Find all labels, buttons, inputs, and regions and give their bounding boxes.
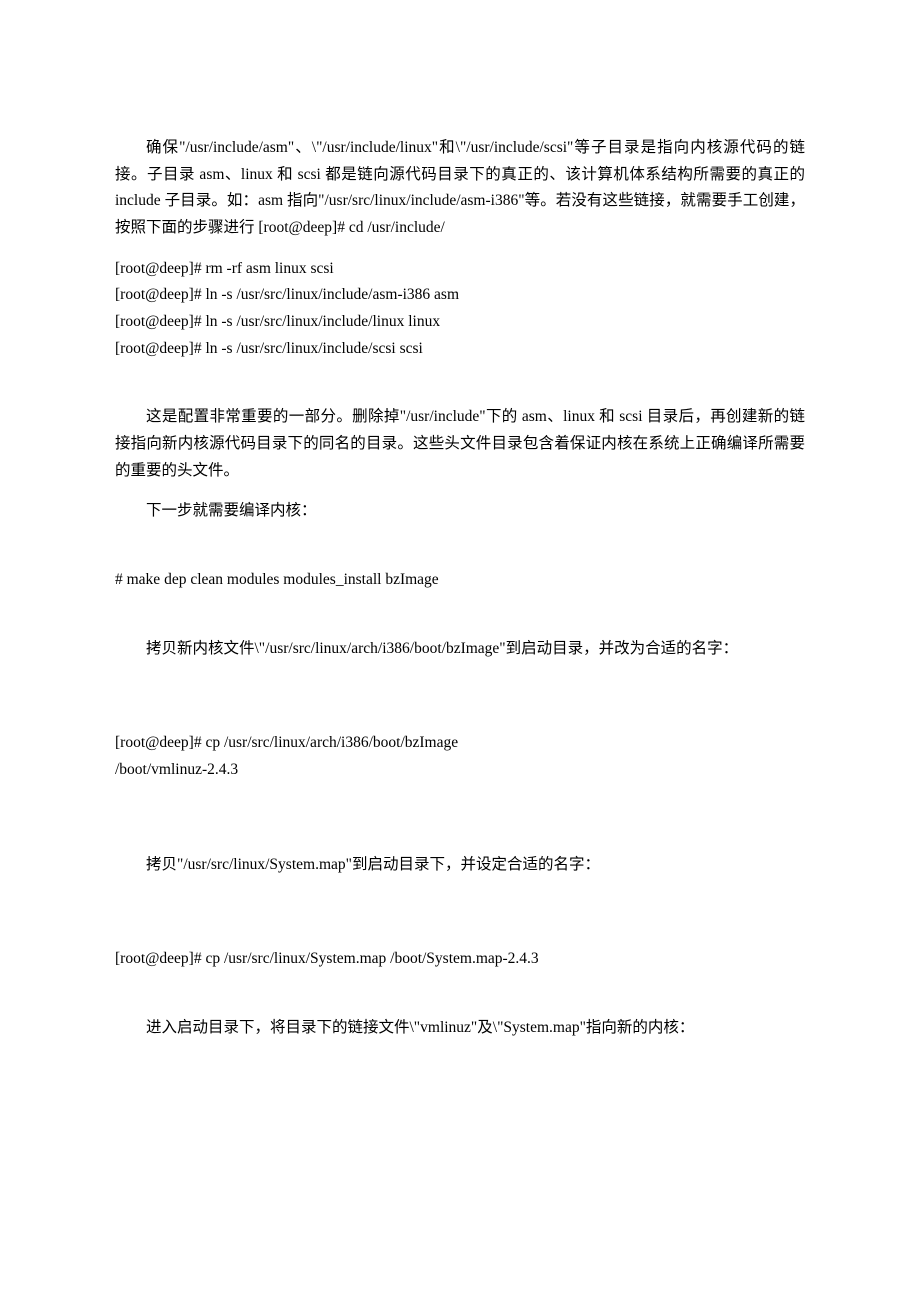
spacer xyxy=(115,242,805,256)
paragraph-1: 确保"/usr/include/asm"、\"/usr/include/linu… xyxy=(115,135,805,242)
spacer xyxy=(115,594,805,636)
document-page: 确保"/usr/include/asm"、\"/usr/include/linu… xyxy=(0,0,920,1101)
command-line-6: [root@deep]# cp /usr/src/linux/arch/i386… xyxy=(115,730,805,757)
paragraph-4: 拷贝新内核文件\"/usr/src/linux/arch/i386/boot/b… xyxy=(115,636,805,663)
spacer xyxy=(115,525,805,567)
spacer xyxy=(115,662,805,730)
spacer xyxy=(115,362,805,404)
command-line-5: # make dep clean modules modules_install… xyxy=(115,567,805,594)
spacer xyxy=(115,784,805,852)
command-line-2: [root@deep]# ln -s /usr/src/linux/includ… xyxy=(115,282,805,309)
command-line-4: [root@deep]# ln -s /usr/src/linux/includ… xyxy=(115,336,805,363)
paragraph-6: 进入启动目录下，将目录下的链接文件\"vmlinuz"及\"System.map… xyxy=(115,1015,805,1042)
spacer xyxy=(115,878,805,946)
spacer xyxy=(115,484,805,498)
paragraph-5: 拷贝"/usr/src/linux/System.map"到启动目录下，并设定合… xyxy=(115,852,805,879)
spacer xyxy=(115,973,805,1015)
paragraph-2: 这是配置非常重要的一部分。删除掉"/usr/include"下的 asm、lin… xyxy=(115,404,805,484)
command-line-3: [root@deep]# ln -s /usr/src/linux/includ… xyxy=(115,309,805,336)
command-line-8: [root@deep]# cp /usr/src/linux/System.ma… xyxy=(115,946,805,973)
command-line-1: [root@deep]# rm -rf asm linux scsi xyxy=(115,256,805,283)
command-line-7: /boot/vmlinuz-2.4.3 xyxy=(115,757,805,784)
paragraph-3: 下一步就需要编译内核： xyxy=(115,498,805,525)
